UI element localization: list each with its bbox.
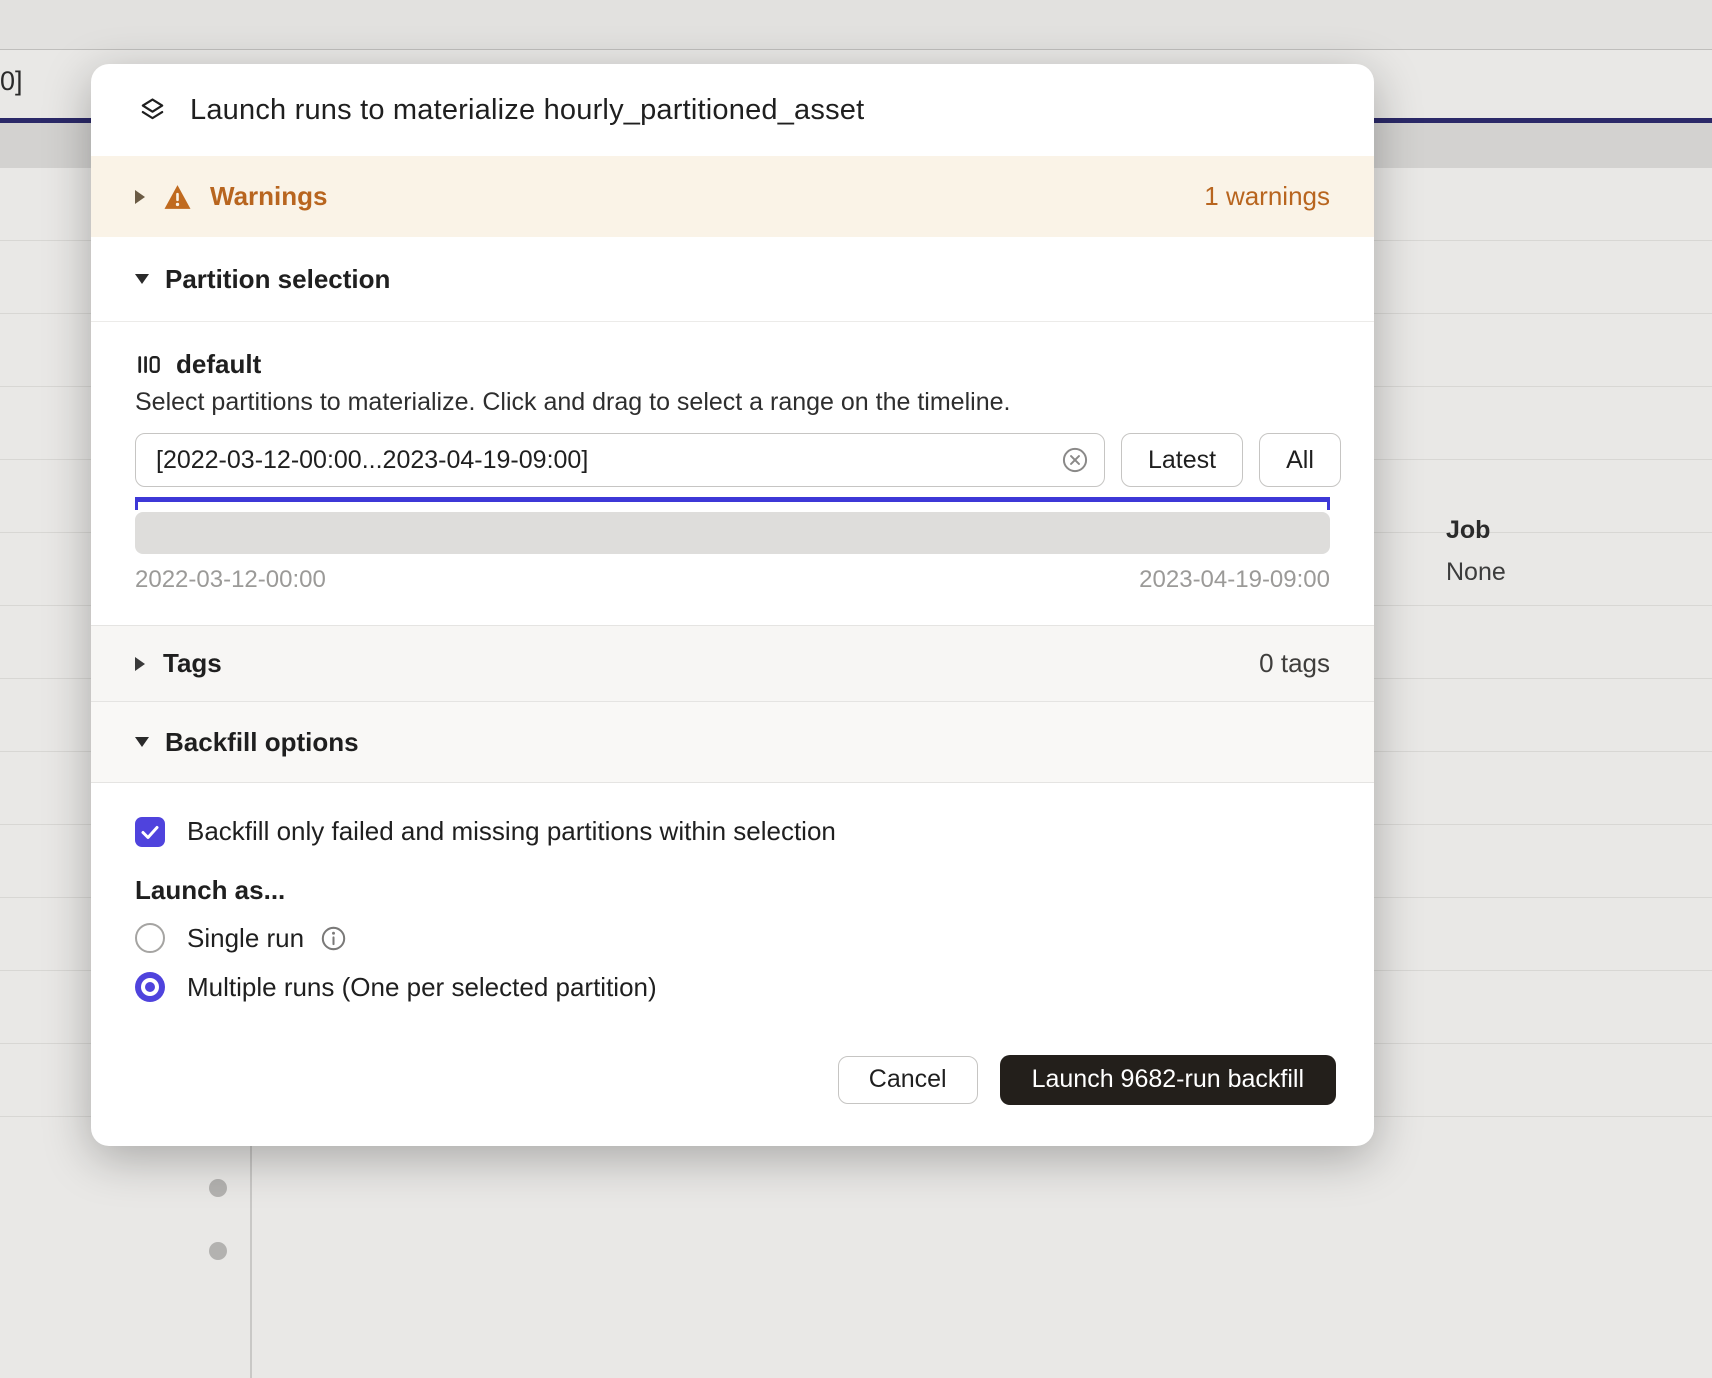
layers-icon [137, 95, 168, 126]
radio-unselected-icon[interactable] [135, 923, 165, 953]
timeline-labels: 2022-03-12-00:00 2023-04-19-09:00 [135, 566, 1330, 594]
partition-selection-section-header[interactable]: Partition selection [91, 237, 1374, 322]
warnings-section-header[interactable]: Warnings 1 warnings [91, 156, 1374, 237]
partition-timeline[interactable] [135, 512, 1330, 554]
clear-selection-icon[interactable] [1061, 446, 1089, 474]
partition-selection-description: Select partitions to materialize. Click … [135, 388, 1330, 417]
background-job-column-header: Job [1446, 516, 1490, 545]
partition-icon [135, 351, 162, 378]
backfill-options-title: Backfill options [165, 727, 359, 758]
launch-as-label: Launch as... [135, 875, 1330, 906]
all-button[interactable]: All [1259, 433, 1341, 487]
backfill-only-failed-checkbox-row[interactable]: Backfill only failed and missing partiti… [135, 816, 1330, 847]
warnings-count: 1 warnings [1204, 181, 1330, 212]
info-icon[interactable] [320, 925, 347, 952]
cancel-button[interactable]: Cancel [838, 1056, 978, 1104]
multiple-runs-radio-row[interactable]: Multiple runs (One per selected partitio… [135, 970, 1330, 1004]
tags-title: Tags [163, 648, 222, 679]
dialog-header: Launch runs to materialize hourly_partit… [91, 64, 1374, 156]
multiple-runs-label: Multiple runs (One per selected partitio… [187, 972, 657, 1003]
single-run-radio-row[interactable]: Single run [135, 921, 1330, 955]
background-timeline-dot [209, 1242, 227, 1260]
latest-button[interactable]: Latest [1121, 433, 1243, 487]
partition-range-row: Latest All [135, 433, 1330, 487]
dimension-row: default [135, 348, 1330, 380]
radio-selected-icon[interactable] [135, 972, 165, 1002]
partition-selection-title: Partition selection [165, 264, 390, 295]
checkbox-checked-icon[interactable] [135, 817, 165, 847]
chevron-right-icon [135, 190, 145, 204]
partition-range-input-wrapper [135, 433, 1105, 487]
background-column-divider [250, 1146, 252, 1378]
background-timeline-dot [209, 1179, 227, 1197]
partition-range-input[interactable] [135, 433, 1105, 487]
warning-triangle-icon [163, 184, 192, 210]
timeline-start-label: 2022-03-12-00:00 [135, 566, 326, 594]
backfill-options-section-header[interactable]: Backfill options [91, 702, 1374, 783]
backfill-options-body: Backfill only failed and missing partiti… [91, 783, 1374, 1035]
launch-backfill-dialog: Launch runs to materialize hourly_partit… [91, 64, 1374, 1146]
timeline-end-label: 2023-04-19-09:00 [1139, 566, 1330, 594]
background-truncated-text: 0] [0, 66, 23, 97]
timeline-selection-bracket [135, 497, 1330, 510]
chevron-down-icon [135, 274, 149, 284]
warnings-label: Warnings [210, 181, 327, 212]
chevron-right-icon [135, 657, 145, 671]
dialog-footer: Cancel Launch 9682-run backfill [91, 1035, 1374, 1146]
partition-selection-body: default Select partitions to materialize… [91, 322, 1374, 625]
dimension-name: default [176, 349, 261, 380]
single-run-label: Single run [187, 923, 304, 954]
tags-count: 0 tags [1259, 648, 1330, 679]
chevron-down-icon [135, 737, 149, 747]
tags-section-header[interactable]: Tags 0 tags [91, 625, 1374, 702]
screen: 0] Job None Launch runs to materialize h… [0, 0, 1712, 1378]
background-job-value: None [1446, 558, 1506, 587]
launch-backfill-button[interactable]: Launch 9682-run backfill [1000, 1055, 1336, 1105]
dialog-title: Launch runs to materialize hourly_partit… [190, 94, 864, 127]
backfill-only-failed-label: Backfill only failed and missing partiti… [187, 816, 836, 847]
background-top-band [0, 0, 1712, 50]
